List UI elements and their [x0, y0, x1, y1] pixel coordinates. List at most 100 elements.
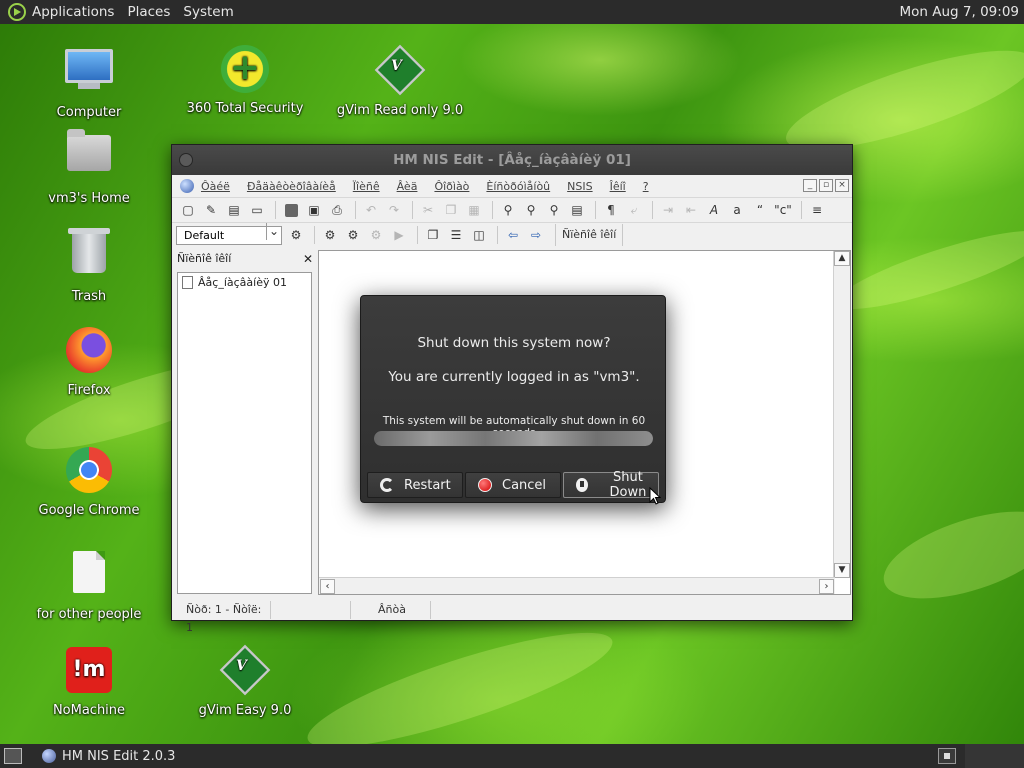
lowercase-icon[interactable]: a	[727, 201, 747, 219]
panel-title: Ñïèñîê îêîí ✕	[177, 250, 313, 268]
show-desktop-icon[interactable]	[4, 748, 22, 764]
desktop-icon-gvim-readonly[interactable]: V gVim Read only 9.0	[325, 44, 475, 118]
new-file-icon[interactable]: ▢	[178, 201, 198, 219]
menu-file[interactable]: Ôàéë	[201, 180, 230, 193]
window-titlebar[interactable]: HM NIS Edit - [Âåç_íàçâàíèÿ 01]	[172, 145, 852, 175]
save-all-icon[interactable]: ▣	[304, 201, 324, 219]
restart-button[interactable]: Restart	[367, 472, 463, 498]
mdi-buttons: _ ▫ ×	[801, 179, 849, 192]
desktop-icon-gvim-easy[interactable]: V gVim Easy 9.0	[170, 644, 320, 718]
desktop-icon-home[interactable]: vm3's Home	[14, 125, 164, 206]
menu-help[interactable]: ?	[643, 180, 649, 193]
open-folder-icon[interactable]: ▭	[247, 201, 267, 219]
scroll-down-icon[interactable]: ▼	[834, 563, 850, 578]
mdi-minimize-button[interactable]: _	[803, 179, 817, 192]
desktop-icon-360-total-security[interactable]: + 360 Total Security	[170, 45, 320, 116]
config-combo[interactable]: Default	[176, 222, 282, 245]
compile-icon[interactable]: ⚙	[320, 226, 340, 244]
mdi-close-button[interactable]: ×	[835, 179, 849, 192]
app-globe-icon[interactable]	[180, 179, 194, 193]
progress-fill	[374, 431, 653, 446]
paste-icon[interactable]: ▦	[464, 201, 484, 219]
desktop-icon-label: gVim Easy 9.0	[198, 703, 292, 718]
redo-icon[interactable]: ↷	[384, 201, 404, 219]
scroll-up-icon[interactable]: ▲	[834, 251, 850, 266]
paragraph-icon[interactable]: ¶	[601, 201, 621, 219]
shutdown-progress-bar	[374, 431, 653, 446]
outdent-icon[interactable]: ⇤	[681, 201, 701, 219]
shutdown-icon	[576, 478, 588, 492]
compile-run-icon[interactable]: ⚙	[343, 226, 363, 244]
vertical-scrollbar[interactable]: ▲ ▼	[833, 251, 850, 578]
menu-applications[interactable]: Applications	[32, 4, 114, 20]
comment-icon[interactable]: “	[750, 201, 770, 219]
menu-edit[interactable]: Ðåäàêòèðîâàíèå	[247, 180, 336, 193]
print-icon[interactable]: ⎙	[327, 201, 347, 219]
menu-window[interactable]: Îêíî	[610, 180, 626, 193]
taskbar-item-nis-edit[interactable]: HM NIS Edit 2.0.3	[62, 749, 175, 764]
secondary-toolbar: Default ⚙ ⚙ ⚙ ⚙ ▶ ❐ ☰ ◫ ⇦ ⇨ Ñïèñîê îêîí	[172, 222, 852, 247]
desktop-icon-nomachine[interactable]: !m NoMachine	[14, 645, 164, 718]
compile-settings-icon[interactable]: ⚙	[286, 226, 306, 244]
uppercase-icon[interactable]: A	[704, 201, 724, 219]
copy-icon[interactable]: ❐	[441, 201, 461, 219]
find-next-icon[interactable]: ⚲	[521, 201, 541, 219]
tile-vertical-icon[interactable]: ◫	[469, 226, 489, 244]
desktop-icon-firefox[interactable]: Firefox	[14, 325, 164, 398]
save-icon[interactable]	[281, 201, 301, 219]
menu-system[interactable]: System	[183, 4, 233, 20]
nomachine-icon: !m	[66, 647, 112, 693]
undo-icon[interactable]: ↶	[361, 201, 381, 219]
word-wrap-icon[interactable]: ⤶	[624, 201, 644, 219]
status-mode: Âñòà	[351, 601, 431, 619]
find-icon[interactable]: ⚲	[498, 201, 518, 219]
menu-format[interactable]: Ôîðìàò	[434, 180, 469, 193]
window-title: HM NIS Edit - [Âåç_íàçâàíèÿ 01]	[393, 152, 631, 168]
list-item[interactable]: Âåç_íàçâàíèÿ 01	[178, 273, 311, 289]
desktop-icon-file[interactable]: for other people	[14, 545, 164, 622]
desktop-icon-label: Firefox	[67, 383, 111, 398]
shutdown-button[interactable]: Shut Down	[563, 470, 659, 500]
compile-all-icon[interactable]: ⚙	[366, 226, 386, 244]
wizard-icon[interactable]: ✎	[201, 201, 221, 219]
quote-icon[interactable]: "c"	[773, 201, 793, 219]
goto-icon[interactable]: ▤	[567, 201, 587, 219]
scroll-left-icon[interactable]: ‹	[320, 579, 335, 594]
window-list-tab[interactable]: Ñïèñîê îêîí	[555, 224, 624, 246]
status-bar: Ñòð: 1 - Ñòîë: 1 Âñòà	[176, 600, 852, 634]
run-icon[interactable]: ▶	[389, 226, 409, 244]
cut-icon[interactable]: ✂	[418, 201, 438, 219]
template-icon[interactable]: ▤	[224, 201, 244, 219]
menu-nsis[interactable]: NSIS	[567, 180, 592, 193]
indent-icon[interactable]: ⇥	[658, 201, 678, 219]
cascade-icon[interactable]: ❐	[423, 226, 443, 244]
desktop-icon-trash[interactable]: Trash	[14, 225, 164, 304]
back-arrow-icon[interactable]: ⇦	[503, 226, 523, 244]
panel-clock[interactable]: Mon Aug 7, 09:09	[900, 4, 1019, 20]
mdi-restore-button[interactable]: ▫	[819, 179, 833, 192]
desktop-icon-computer[interactable]: Computer	[14, 45, 164, 120]
top-panel: Applications Places System Mon Aug 7, 09…	[0, 0, 1024, 24]
desktop-icon-label: NoMachine	[52, 703, 126, 718]
distro-logo-icon[interactable]	[8, 3, 26, 21]
window-menu-icon[interactable]	[179, 153, 193, 167]
menu-search[interactable]: Ïîèñê	[353, 180, 380, 193]
replace-icon[interactable]: ⚲	[544, 201, 564, 219]
menu-view[interactable]: Âèä	[397, 180, 418, 193]
menu-tools[interactable]: Èíñòðóìåíòû	[486, 180, 550, 193]
workspace-2[interactable]	[965, 744, 1024, 768]
horizontal-scrollbar[interactable]: ‹ ›	[319, 577, 835, 594]
scroll-right-icon[interactable]: ›	[819, 579, 834, 594]
menu-places[interactable]: Places	[127, 4, 170, 20]
panel-close-icon[interactable]: ✕	[303, 250, 313, 268]
chrome-icon	[66, 447, 112, 493]
desktop-icon-label: gVim Read only 9.0	[336, 103, 464, 118]
workspace-switcher-icon[interactable]	[938, 748, 956, 764]
cancel-button[interactable]: Cancel	[465, 472, 561, 498]
trash-icon	[68, 228, 110, 273]
forward-arrow-icon[interactable]: ⇨	[526, 226, 546, 244]
options-icon[interactable]: ≡	[807, 201, 827, 219]
nis-edit-task-icon	[42, 749, 56, 763]
tile-horizontal-icon[interactable]: ☰	[446, 226, 466, 244]
desktop-icon-chrome[interactable]: Google Chrome	[14, 445, 164, 518]
